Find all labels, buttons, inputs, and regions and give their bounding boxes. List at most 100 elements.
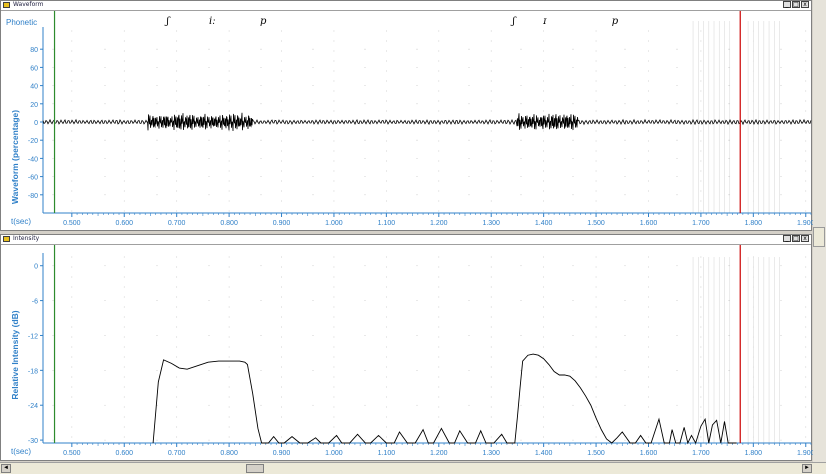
grid-dot <box>728 439 730 441</box>
grid-dot <box>228 386 230 388</box>
waveform-window-titlebar[interactable]: Waveform _ □ x <box>1 1 811 11</box>
grid-dot <box>676 103 678 105</box>
intensity-window[interactable]: Intensity _ □ x Relative Intensity (dB) … <box>0 234 813 461</box>
waveform-chart[interactable]: Phonetic Waveform (percentage) t(sec) 80… <box>1 11 813 231</box>
grid-dot <box>176 30 178 32</box>
grid-dot <box>648 266 649 268</box>
grid-dot <box>123 406 125 408</box>
grid-dot <box>333 140 335 142</box>
grid-dot <box>228 346 230 348</box>
grid-dot <box>228 326 230 328</box>
grid-dot <box>333 190 335 192</box>
grid-dot <box>468 369 470 371</box>
intensity-x-tick-label: 1.700 <box>692 450 710 457</box>
grid-dot <box>71 266 73 268</box>
grid-dot <box>281 150 282 152</box>
grid-dot <box>805 180 807 182</box>
grid-dot <box>490 256 492 258</box>
phonetic-symbol[interactable]: iː <box>209 16 216 27</box>
grid-dot <box>805 316 807 318</box>
grid-dot <box>676 158 678 159</box>
minimize-button[interactable]: _ <box>783 1 791 8</box>
grid-dot <box>700 436 702 438</box>
grid-dot <box>805 296 807 298</box>
grid-dot <box>490 346 492 348</box>
waveform-y-tick-label: -60 <box>28 175 38 182</box>
grid-dot <box>176 90 178 92</box>
grid-dot <box>543 316 545 318</box>
phonetic-symbol[interactable]: p <box>260 16 267 27</box>
close-button[interactable]: x <box>801 1 809 8</box>
grid-dot <box>228 376 230 378</box>
grid-dot <box>104 404 106 406</box>
grid-dot <box>648 396 649 398</box>
horizontal-scroll-thumb[interactable] <box>246 464 264 473</box>
vertical-scroll-thumb[interactable] <box>813 227 825 247</box>
grid-dot <box>176 110 178 112</box>
grid-dot <box>438 130 440 132</box>
grid-dot <box>700 60 702 62</box>
scroll-left-arrow-icon[interactable]: ◄ <box>1 464 11 473</box>
grid-dot <box>648 60 649 62</box>
grid-dot <box>700 256 702 258</box>
close-button[interactable]: x <box>801 235 809 242</box>
grid-dot <box>543 276 545 278</box>
grid-dot <box>228 150 230 152</box>
waveform-x-tick-label: 1.900 <box>797 220 813 227</box>
grid-dot <box>805 210 807 212</box>
grid-dot <box>333 306 335 308</box>
waveform-y-axis-label: Waveform (percentage) <box>10 110 20 204</box>
grid-dot <box>123 256 125 258</box>
minimize-button[interactable]: _ <box>783 235 791 242</box>
grid-dot <box>385 356 387 358</box>
grid-dot <box>572 85 574 86</box>
grid-dot <box>364 176 366 178</box>
grid-dot <box>676 404 678 406</box>
grid-dot <box>281 356 282 358</box>
grid-dot <box>333 130 335 132</box>
grid-dot <box>805 266 807 268</box>
grid-dot <box>624 139 626 141</box>
scroll-right-arrow-icon[interactable]: ► <box>802 464 812 473</box>
grid-dot <box>104 103 106 105</box>
phonetic-symbol[interactable]: ʃ <box>164 16 171 27</box>
grid-dot <box>208 194 210 196</box>
intensity-chart[interactable]: Relative Intensity (dB) t(sec) 0 -6 -12 -18… <box>1 245 813 461</box>
grid-dot <box>385 190 387 192</box>
phonetic-symbol[interactable]: ɪ <box>542 16 547 27</box>
grid-dot <box>333 90 335 92</box>
horizontal-scrollbar[interactable]: ◄ ► <box>0 462 826 474</box>
grid-dot <box>156 439 158 441</box>
grid-dot <box>104 67 106 68</box>
grid-dot <box>385 266 387 268</box>
maximize-button[interactable]: □ <box>792 235 800 242</box>
grid-dot <box>700 30 702 32</box>
grid-dot <box>595 30 597 32</box>
grid-dot <box>490 306 492 308</box>
intensity-window-titlebar[interactable]: Intensity _ □ x <box>1 235 811 245</box>
grid-dot <box>780 103 782 105</box>
grid-dot <box>123 100 125 102</box>
grid-dot <box>780 335 782 336</box>
grid-dot <box>176 276 178 278</box>
grid-dot <box>805 80 807 82</box>
grid-dot <box>543 140 545 142</box>
waveform-x-tick-label: 0.800 <box>220 220 238 227</box>
phonetic-symbol[interactable]: ʃ <box>510 16 517 27</box>
grid-dot <box>700 80 702 82</box>
intensity-x-tick-label: 1.000 <box>325 450 343 457</box>
grid-dot <box>438 100 440 102</box>
waveform-window[interactable]: Waveform _ □ x Phonetic Waveform (percen… <box>0 0 813 231</box>
grid-dot <box>385 406 387 408</box>
grid-dot <box>490 356 492 358</box>
grid-dot <box>312 48 314 50</box>
maximize-button[interactable]: □ <box>792 1 800 8</box>
phonetic-symbol[interactable]: p <box>612 16 619 27</box>
grid-dot <box>385 180 387 182</box>
grid-dot <box>700 100 702 102</box>
grid-dot <box>728 265 730 267</box>
grid-dot <box>281 200 282 202</box>
grid-dot <box>281 416 282 418</box>
grid-dot <box>520 404 522 406</box>
intensity-x-tick-label: 0.800 <box>220 450 238 457</box>
